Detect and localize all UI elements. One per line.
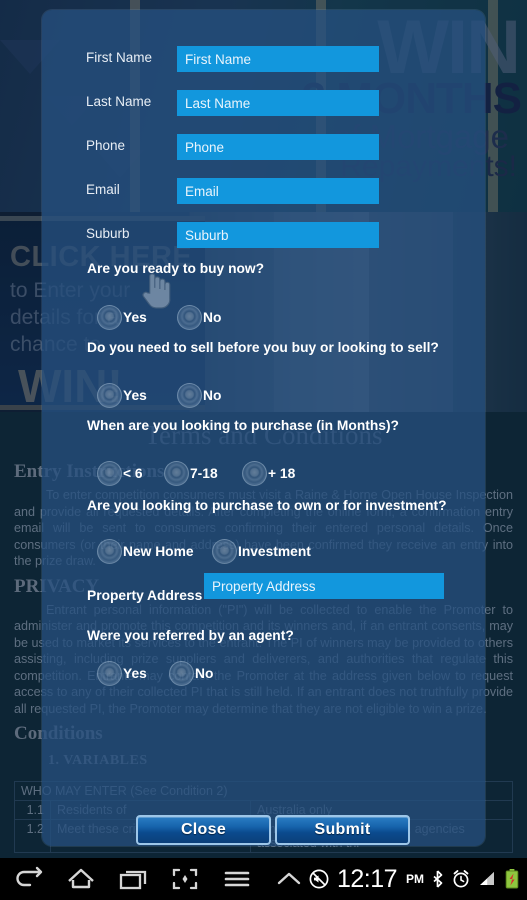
radio-label: < 6 (123, 466, 143, 481)
bluetooth-icon (433, 870, 443, 888)
radio-circle-icon[interactable] (97, 383, 122, 408)
radio-label: Investment (238, 544, 311, 559)
radio-need-to-sell-no[interactable]: No (177, 383, 221, 408)
submit-button[interactable]: Submit (275, 815, 410, 845)
close-button[interactable]: Close (136, 815, 271, 845)
question-need-to-sell: Do you need to sell before you buy or lo… (87, 340, 439, 355)
screenshot-icon[interactable] (170, 866, 200, 892)
clock-ampm: PM (406, 872, 424, 886)
android-navigation-bar: 12:17 PM (0, 858, 527, 900)
property-address-input[interactable] (204, 573, 444, 599)
radio-ready-to-buy-yes[interactable]: Yes (97, 305, 147, 330)
radio-circle-icon[interactable] (169, 661, 194, 686)
radio-months-7-18[interactable]: 7-18 (164, 461, 218, 486)
radio-circle-icon[interactable] (177, 383, 202, 408)
radio-circle-icon[interactable] (97, 539, 122, 564)
radio-label: No (195, 666, 214, 681)
radio-circle-icon[interactable] (164, 461, 189, 486)
radio-circle-icon[interactable] (97, 661, 122, 686)
field-row-suburb: Suburb (42, 222, 485, 252)
first-name-label: First Name (86, 50, 153, 65)
question-own-or-investment: Are you looking to purchase to own or fo… (87, 498, 447, 513)
radio-label: New Home (123, 544, 194, 559)
radio-label: Yes (123, 310, 147, 325)
entry-form-dialog: First Name Last Name Phone Email Suburb … (42, 10, 485, 846)
field-row-last-name: Last Name (42, 90, 485, 120)
recent-apps-icon[interactable] (118, 866, 148, 892)
radio-months-under-6[interactable]: < 6 (97, 461, 143, 486)
radio-new-home[interactable]: New Home (97, 539, 194, 564)
question-ready-to-buy: Are you ready to buy now? (87, 261, 265, 276)
background-page: WIN 3 MONTHS of Mortgage Repayments! CLI… (0, 0, 527, 858)
radio-label: No (203, 310, 222, 325)
field-row-phone: Phone (42, 134, 485, 164)
status-icons-group: 12:17 PM (308, 858, 519, 900)
question-purchase-months: When are you looking to purchase (in Mon… (87, 418, 399, 433)
home-icon[interactable] (66, 866, 96, 892)
clock-time: 12:17 (336, 864, 398, 893)
radio-investment[interactable]: Investment (212, 539, 311, 564)
menu-icon[interactable] (222, 866, 252, 892)
battery-icon (505, 869, 519, 889)
radio-months-plus-18[interactable]: + 18 (242, 461, 295, 486)
mute-icon (309, 869, 329, 889)
email-input[interactable] (177, 178, 379, 204)
signal-icon (480, 872, 494, 885)
radio-label: No (203, 388, 222, 403)
alarm-icon (453, 870, 469, 888)
last-name-label: Last Name (86, 94, 152, 109)
first-name-input[interactable] (177, 46, 379, 72)
suburb-input[interactable] (177, 222, 379, 248)
radio-label: + 18 (268, 466, 296, 481)
suburb-label: Suburb (86, 226, 130, 241)
collapse-icon[interactable] (274, 866, 304, 892)
property-address-label: Property Address (87, 588, 203, 603)
radio-agent-no[interactable]: No (169, 661, 213, 686)
question-referred-by-agent: Were you referred by an agent? (87, 628, 294, 643)
field-row-email: Email (42, 178, 485, 208)
radio-circle-icon[interactable] (97, 305, 122, 330)
phone-label: Phone (86, 138, 126, 153)
phone-input[interactable] (177, 134, 379, 160)
radio-agent-yes[interactable]: Yes (97, 661, 147, 686)
radio-circle-icon[interactable] (212, 539, 237, 564)
last-name-input[interactable] (177, 90, 379, 116)
radio-circle-icon[interactable] (97, 461, 122, 486)
radio-label: 7-18 (190, 466, 218, 481)
back-icon[interactable] (14, 866, 44, 892)
radio-circle-icon[interactable] (177, 305, 202, 330)
radio-ready-to-buy-no[interactable]: No (177, 305, 221, 330)
nav-buttons-group (0, 866, 304, 892)
radio-label: Yes (123, 666, 147, 681)
email-label: Email (86, 182, 120, 197)
radio-label: Yes (123, 388, 147, 403)
radio-need-to-sell-yes[interactable]: Yes (97, 383, 147, 408)
radio-circle-icon[interactable] (242, 461, 267, 486)
field-row-first-name: First Name (42, 46, 485, 76)
